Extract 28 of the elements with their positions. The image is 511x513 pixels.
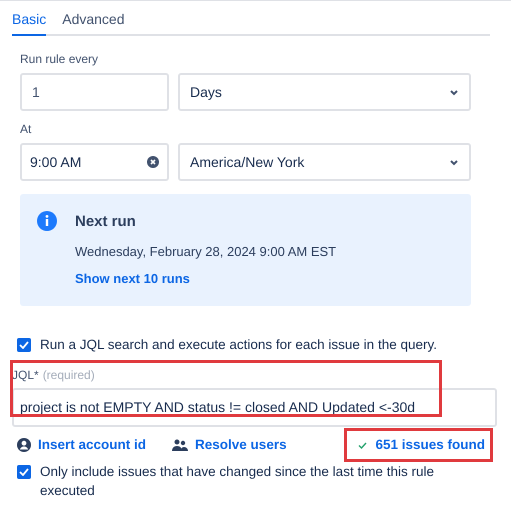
chevron-down-icon (449, 158, 459, 166)
show-runs-link[interactable]: Show next 10 runs (75, 269, 336, 288)
number-field[interactable]: 1 (20, 73, 169, 111)
tab[interactable]: Advanced (62, 9, 125, 36)
panel-title: Next run (75, 212, 137, 232)
checkbox[interactable] (17, 338, 31, 352)
chevron-down-icon (449, 88, 459, 96)
next-run-date: Wednesday, February 28, 2024 9:00 AM EST (75, 242, 336, 261)
field-label: Run rule every (20, 51, 100, 68)
clear-icon[interactable] (147, 156, 159, 168)
user-icon (17, 438, 31, 452)
timezone-dropdown[interactable]: America/New York (178, 143, 471, 181)
field-label: JQL* (12, 367, 39, 384)
checkbox-label: Run a JQL search and execute actions for each issue in the query. (40, 336, 437, 354)
jql-field[interactable]: project is not EMPTY AND status != closed AND Updated <-30d (12, 388, 497, 428)
users-icon (172, 438, 188, 452)
checkbox-label: Only include issues that have changed since the last time this rule executed (40, 462, 435, 500)
issues-found-link[interactable]: 651 issues found (375, 435, 485, 456)
info-icon (37, 211, 57, 231)
field-label: At (20, 121, 32, 138)
time-field[interactable]: 9:00 AM (20, 143, 169, 181)
account-id-link[interactable]: Insert account id (38, 435, 146, 456)
resolve-users-link[interactable]: Resolve users (195, 435, 287, 456)
tab[interactable]: Basic (12, 9, 46, 36)
required-hint: (required) (42, 367, 95, 384)
unit-dropdown[interactable]: Days (178, 73, 471, 111)
checkbox[interactable] (17, 464, 31, 478)
check-icon (358, 442, 368, 449)
